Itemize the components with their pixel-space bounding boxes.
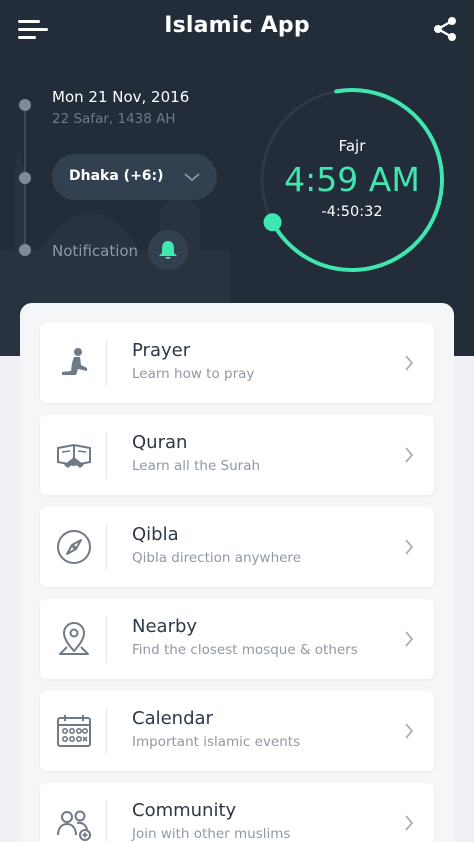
menu-card-subtitle: Join with other muslims — [132, 826, 291, 842]
menu-card-title: Nearby — [132, 616, 198, 637]
app-title: Islamic App — [164, 13, 310, 38]
calendar-icon — [57, 715, 91, 747]
menu-card-title: Quran — [132, 432, 188, 453]
menu-card-subtitle: Find the closest mosque & others — [132, 642, 358, 658]
people-icon — [57, 810, 91, 841]
menu-card-qibla[interactable]: Qibla Qibla direction anywhere — [40, 507, 434, 587]
praying-person-icon — [62, 348, 87, 375]
prayer-countdown: -4:50:32 — [321, 204, 383, 220]
menu-card-subtitle: Important islamic events — [132, 734, 301, 750]
hijri-date: 22 Safar, 1438 AH — [52, 111, 176, 127]
menu-card-title: Qibla — [132, 524, 179, 545]
menu-card-prayer[interactable]: Prayer Learn how to pray — [40, 323, 434, 403]
timeline-dot-date — [19, 99, 31, 111]
menu-card-subtitle: Learn all the Surah — [132, 458, 261, 474]
menu-card-calendar[interactable]: Calendar Important islamic events — [40, 691, 434, 771]
map-pin-icon — [59, 622, 89, 655]
menu-card-subtitle: Learn how to pray — [132, 366, 255, 382]
prayer-time: 4:59 AM — [284, 160, 420, 199]
menu-card-title: Community — [132, 800, 237, 821]
city-dropdown-label: Dhaka (+6:) — [69, 168, 164, 184]
share-icon[interactable] — [432, 16, 458, 42]
chevron-right-icon — [405, 539, 414, 555]
menu-card-quran[interactable]: Quran Learn all the Surah — [40, 415, 434, 495]
prayer-name: Fajr — [338, 137, 366, 155]
top-bar: Islamic App — [0, 0, 474, 58]
gregorian-date: Mon 21 Nov, 2016 — [52, 88, 190, 106]
notification-label: Notification — [52, 242, 139, 260]
timeline-dot-city — [19, 172, 31, 184]
compass-icon — [57, 530, 91, 564]
prayer-clock: Fajr 4:59 AM -4:50:32 — [254, 82, 450, 278]
notification-toggle[interactable] — [148, 230, 188, 270]
menu-card-title: Prayer — [132, 340, 191, 361]
menu-card-community[interactable]: Community Join with other muslims — [40, 783, 434, 842]
menu-card-title: Calendar — [132, 708, 213, 729]
menu-card-nearby[interactable]: Nearby Find the closest mosque & others — [40, 599, 434, 679]
chevron-down-icon — [184, 173, 200, 182]
open-book-icon — [57, 443, 91, 468]
chevron-right-icon — [405, 815, 414, 831]
timeline-dot-notification — [19, 244, 31, 256]
menu-card-subtitle: Qibla direction anywhere — [132, 550, 301, 566]
chevron-right-icon — [405, 355, 414, 371]
chevron-right-icon — [405, 447, 414, 463]
chevron-right-icon — [405, 631, 414, 647]
bell-icon — [159, 241, 177, 259]
chevron-right-icon — [405, 723, 414, 739]
city-dropdown[interactable]: Dhaka (+6:) — [52, 154, 217, 200]
